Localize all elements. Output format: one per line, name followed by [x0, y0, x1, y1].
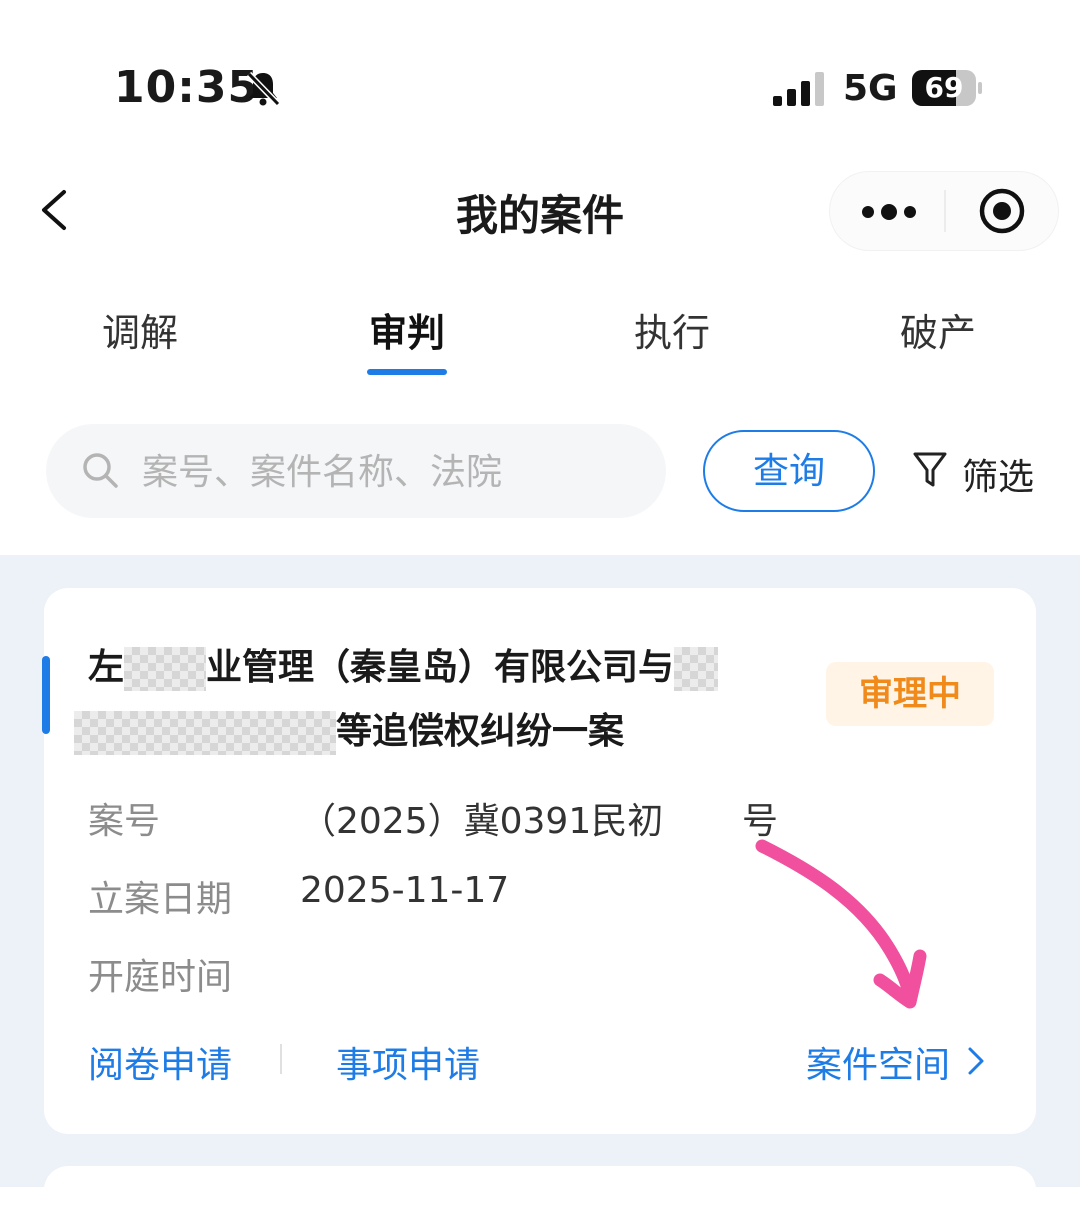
mini-program-capsule	[830, 172, 1058, 250]
status-bar: 10:35 5G 69	[0, 0, 1080, 150]
capsule-divider	[944, 190, 946, 232]
filter-label: 筛选	[962, 457, 1035, 498]
case-type-tabs: 调解 审判 执行 破产	[0, 290, 1080, 390]
redaction-mosaic	[674, 647, 719, 691]
matter-request-link[interactable]: 事项申请	[336, 1036, 480, 1088]
battery-indicator: 69	[912, 70, 982, 106]
chevron-right-icon[interactable]	[966, 1046, 986, 1076]
case-number-prefix: （2025）冀0391民初	[300, 801, 664, 842]
filter-funnel-icon	[913, 452, 947, 487]
case-title-part3: 等追偿权纠纷一案	[336, 711, 625, 752]
nav-bar: 我的案件	[0, 160, 1080, 260]
filter-button[interactable]: 筛选	[912, 446, 1052, 498]
redaction-mosaic	[124, 647, 207, 691]
case-space-link[interactable]: 案件空间	[806, 1036, 950, 1088]
case-title-part1: 左	[88, 647, 125, 688]
case-number-label: 案号	[88, 801, 161, 842]
card-accent-bar	[42, 656, 50, 734]
tab-trial[interactable]: 审判	[337, 302, 477, 357]
review-request-link[interactable]: 阅卷申请	[88, 1036, 232, 1088]
query-button[interactable]: 查询	[703, 430, 875, 512]
search-input[interactable]	[140, 444, 644, 500]
hearing-time-label: 开庭时间	[88, 957, 233, 998]
close-mini-program-icon[interactable]	[978, 187, 1026, 235]
case-status-badge: 审理中	[826, 662, 994, 726]
tab-execution[interactable]: 执行	[602, 302, 742, 357]
battery-percent: 69	[924, 71, 964, 104]
search-box	[46, 424, 666, 518]
status-time: 10:35	[114, 62, 260, 113]
network-type: 5G	[843, 68, 898, 109]
filing-date-value: 2025-11-17	[300, 870, 510, 911]
cellular-signal-icon	[773, 72, 824, 106]
more-options-icon[interactable]	[860, 197, 918, 227]
muted-bell-icon	[246, 71, 281, 107]
tab-mediation[interactable]: 调解	[70, 302, 210, 357]
case-title[interactable]: 左 业管理（秦皇岛）有限公司与 等追偿权纠纷一案	[74, 636, 788, 764]
case-title-part2: 业管理（秦皇岛）有限公司与	[206, 647, 675, 688]
active-tab-indicator	[367, 369, 447, 375]
search-icon	[83, 453, 118, 488]
filing-date-label: 立案日期	[88, 879, 233, 920]
tab-bankruptcy[interactable]: 破产	[868, 302, 1008, 357]
action-divider	[280, 1044, 282, 1074]
redaction-mosaic	[74, 711, 336, 755]
case-number-suffix: 号	[742, 801, 779, 842]
next-case-card[interactable]	[44, 1166, 1036, 1226]
